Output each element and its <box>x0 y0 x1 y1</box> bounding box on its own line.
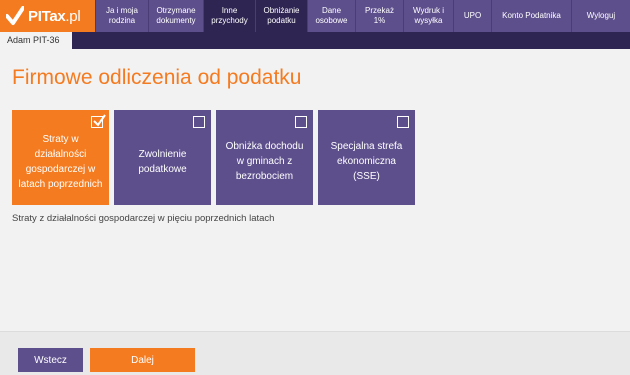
main-nav: Ja i moja rodzina Otrzymane dokumenty In… <box>95 0 630 32</box>
deduction-options: Straty w działalności gospodarczej w lat… <box>12 110 415 205</box>
top-navigation-bar: PITax.pl Ja i moja rodzina Otrzymane dok… <box>0 0 630 32</box>
option-tile-zwolnienie[interactable]: Zwolnienie podatkowe <box>114 110 211 205</box>
option-tile-sse[interactable]: Specjalna strefa ekonomiczna (SSE) <box>318 110 415 205</box>
taxpayer-tab-bar: Adam PIT-36 <box>0 32 630 49</box>
checkmark-logo-icon <box>5 6 25 26</box>
option-label: Specjalna strefa ekonomiczna (SSE) <box>330 141 403 182</box>
nav-item-obnizanie-podatku[interactable]: Obniżanie podatku <box>255 0 307 32</box>
nav-item-wyloguj[interactable]: Wyloguj <box>571 0 630 32</box>
nav-item-dane-osobowe[interactable]: Dane osobowe <box>307 0 355 32</box>
next-button[interactable]: Dalej <box>90 348 195 372</box>
checkbox-checked-icon[interactable] <box>91 114 106 128</box>
checkbox-icon[interactable] <box>397 116 409 128</box>
footer-bar: Wstecz Dalej <box>0 331 630 375</box>
selected-option-description: Straty z działalności gospodarczej w pię… <box>12 213 275 224</box>
taxpayer-tab[interactable]: Adam PIT-36 <box>0 32 72 49</box>
nav-item-ja-i-moja-rodzina[interactable]: Ja i moja rodzina <box>95 0 148 32</box>
checkbox-icon[interactable] <box>193 116 205 128</box>
option-label: Zwolnienie podatkowe <box>138 148 187 175</box>
option-tile-straty[interactable]: Straty w działalności gospodarczej w lat… <box>12 110 109 205</box>
checkbox-icon[interactable] <box>295 116 307 128</box>
nav-item-inne-przychody[interactable]: Inne przychody <box>203 0 255 32</box>
option-label: Obniżka dochodu w gminach z bezrobociem <box>225 141 304 182</box>
nav-item-przekaz-1[interactable]: Przekaż 1% <box>355 0 403 32</box>
logo-text: PITax.pl <box>28 7 81 25</box>
pitax-logo[interactable]: PITax.pl <box>0 0 95 32</box>
nav-item-konto-podatnika[interactable]: Konto Podatnika <box>491 0 571 32</box>
nav-item-wydruk-i-wysylka[interactable]: Wydruk i wysyłka <box>403 0 453 32</box>
nav-item-upo[interactable]: UPO <box>453 0 491 32</box>
page-title: Firmowe odliczenia od podatku <box>12 66 302 89</box>
back-button[interactable]: Wstecz <box>18 348 83 372</box>
nav-item-otrzymane-dokumenty[interactable]: Otrzymane dokumenty <box>148 0 203 32</box>
option-tile-obnizka-dochodu[interactable]: Obniżka dochodu w gminach z bezrobociem <box>216 110 313 205</box>
option-label: Straty w działalności gospodarczej w lat… <box>18 133 103 190</box>
